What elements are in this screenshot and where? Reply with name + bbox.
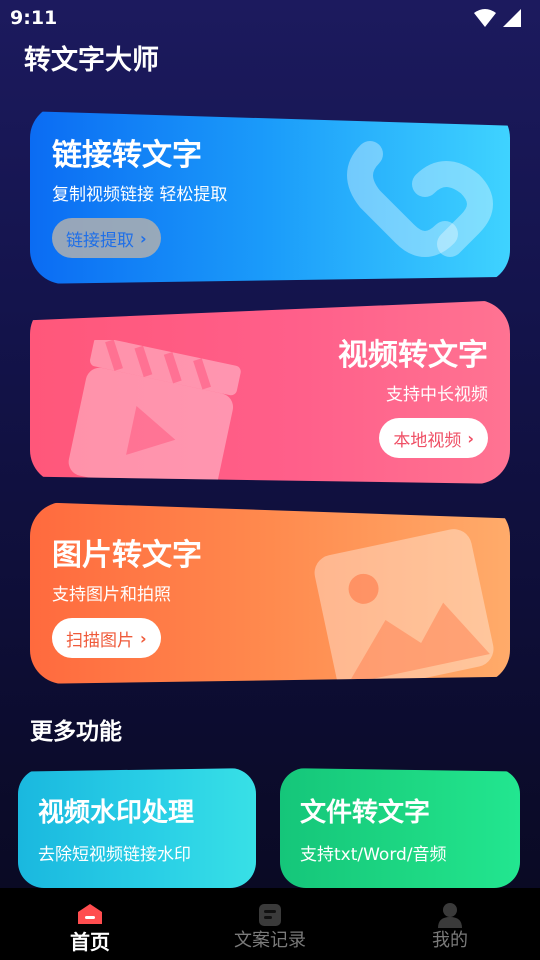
watermark-card-title: 视频水印处理	[38, 798, 195, 828]
chevron-right-icon: ›	[140, 228, 147, 248]
nav-mine-label: 我的	[432, 930, 468, 951]
wifi-icon	[474, 9, 496, 27]
nav-home[interactable]: 首页	[0, 888, 180, 960]
video-card-subtitle: 支持中长视频	[386, 385, 488, 405]
link-card-subtitle: 复制视频链接 轻松提取	[52, 185, 228, 205]
image-to-text-card[interactable]: 图片转文字 支持图片和拍照 扫描图片 ›	[30, 502, 510, 684]
nav-mine[interactable]: 我的	[360, 888, 540, 960]
link-extract-button[interactable]: 链接提取 ›	[52, 218, 161, 258]
home-icon	[78, 904, 102, 924]
status-time: 9:11	[10, 7, 58, 29]
user-icon	[438, 903, 462, 928]
link-card-title: 链接转文字	[52, 138, 202, 173]
link-extract-label: 链接提取	[66, 230, 134, 251]
video-to-text-card[interactable]: 视频转文字 支持中长视频 本地视频 ›	[30, 300, 510, 484]
image-card-subtitle: 支持图片和拍照	[52, 585, 171, 605]
chevron-right-icon: ›	[140, 628, 147, 648]
link-to-text-card[interactable]: 链接转文字 复制视频链接 轻松提取 链接提取 ›	[30, 111, 510, 284]
signal-icon	[503, 9, 521, 27]
picture-icon	[314, 529, 494, 684]
file-to-text-card[interactable]: 文件转文字 支持txt/Word/音频	[280, 768, 520, 888]
scan-image-label: 扫描图片	[66, 630, 134, 651]
image-card-title: 图片转文字	[52, 538, 202, 573]
scan-image-button[interactable]: 扫描图片 ›	[52, 618, 161, 658]
video-card-title: 视频转文字	[338, 338, 488, 373]
document-icon	[259, 904, 281, 926]
nav-home-label: 首页	[70, 930, 110, 954]
app-title: 转文字大师	[24, 45, 159, 76]
bottom-nav: 首页 文案记录 我的	[0, 888, 540, 960]
video-watermark-card[interactable]: 视频水印处理 去除短视频链接水印	[18, 768, 256, 888]
local-video-button[interactable]: 本地视频 ›	[379, 418, 488, 458]
more-features-title: 更多功能	[30, 719, 122, 745]
chevron-right-icon: ›	[467, 428, 474, 448]
nav-records[interactable]: 文案记录	[180, 888, 360, 960]
file-card-title: 文件转文字	[300, 798, 431, 828]
watermark-card-subtitle: 去除短视频链接水印	[38, 845, 191, 865]
local-video-label: 本地视频	[393, 430, 462, 451]
status-bar: 9:11	[0, 0, 540, 36]
clapperboard-icon	[68, 340, 241, 484]
nav-records-label: 文案记录	[234, 930, 306, 951]
status-icons	[474, 8, 522, 28]
chain-link-icon	[347, 141, 493, 257]
file-card-subtitle: 支持txt/Word/音频	[300, 845, 447, 865]
